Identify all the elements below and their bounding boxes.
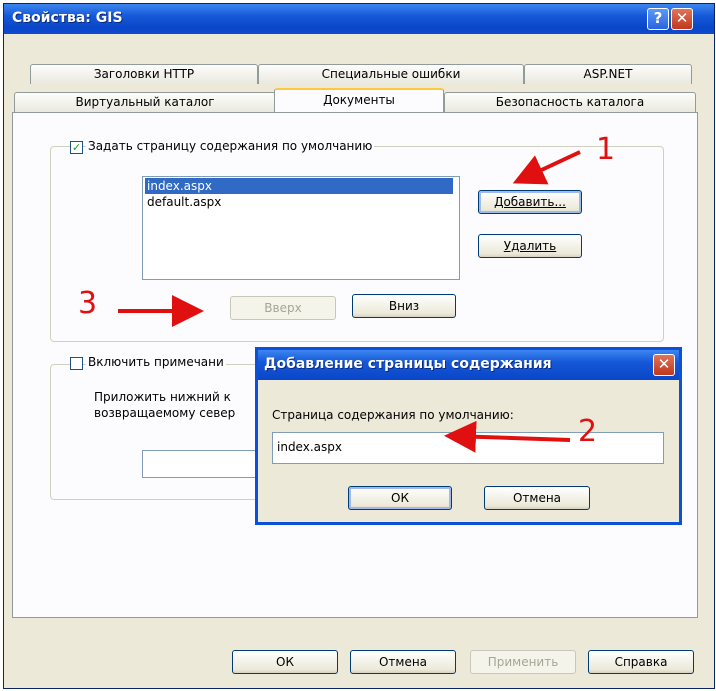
- arrow-to-input: [444, 420, 571, 453]
- arrow-to-add-button: [512, 150, 581, 185]
- annotation-arrows: [118, 150, 581, 453]
